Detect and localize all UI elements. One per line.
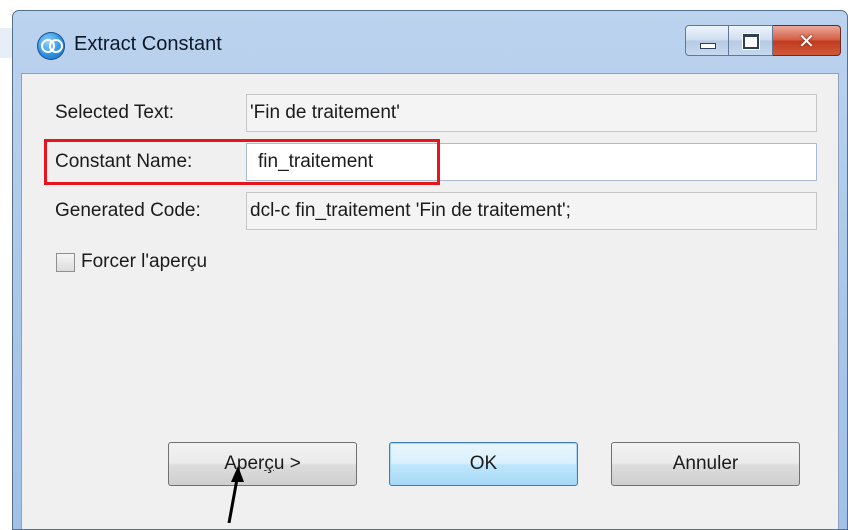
title-bar[interactable]: Extract Constant ✕ — [13, 11, 847, 71]
extract-constant-dialog: Extract Constant ✕ Selected Text: 'Fin d… — [12, 10, 848, 530]
minimize-button[interactable] — [685, 25, 729, 56]
caption-buttons: ✕ — [685, 25, 841, 57]
constant-name-label: Constant Name: — [55, 151, 193, 172]
generated-code-field: dcl-c fin_traitement 'Fin de traitement'… — [246, 192, 817, 230]
preview-button[interactable]: Aperçu > — [168, 442, 357, 486]
preview-button-label-prefix: Aper — [224, 453, 265, 474]
app-icon — [37, 32, 65, 60]
force-preview-label[interactable]: Forcer l'aperçu — [81, 251, 207, 273]
selected-text-label: Selected Text: — [55, 102, 175, 123]
generated-code-row: Generated Code: dcl-c fin_traitement 'Fi… — [22, 192, 838, 232]
constant-name-input[interactable]: fin_traitement — [246, 143, 817, 181]
dialog-body: Selected Text: 'Fin de traitement' Const… — [21, 73, 839, 529]
cancel-button[interactable]: Annuler — [611, 442, 800, 486]
preview-button-label-suffix: u > — [273, 453, 301, 474]
selected-text-field: 'Fin de traitement' — [246, 94, 817, 132]
minimize-icon — [700, 43, 716, 49]
close-icon: ✕ — [798, 28, 815, 53]
close-button[interactable]: ✕ — [773, 25, 841, 56]
selected-text-row: Selected Text: 'Fin de traitement' — [22, 94, 838, 134]
maximize-button[interactable] — [729, 25, 773, 56]
force-preview-checkbox[interactable] — [56, 253, 75, 272]
ok-button[interactable]: OK — [389, 442, 578, 486]
window-title: Extract Constant — [74, 33, 222, 55]
constant-name-row: Constant Name: fin_traitement — [22, 143, 838, 183]
maximize-icon — [743, 34, 759, 49]
generated-code-label: Generated Code: — [55, 200, 201, 221]
preview-button-label-mnemonic: ç — [264, 453, 274, 474]
